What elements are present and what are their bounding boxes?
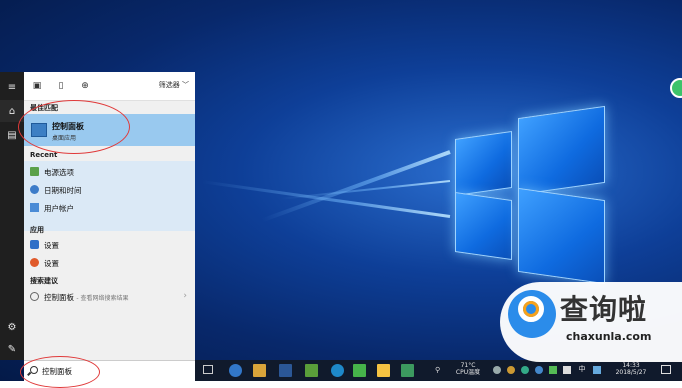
clock-icon xyxy=(30,185,39,194)
watermark-text-en: chaxunla.com xyxy=(566,330,652,343)
web-suggestion-item[interactable]: 控制面板 - 查看网络搜索结果 › xyxy=(24,288,195,306)
power-options-icon xyxy=(30,167,39,176)
green-app-icon[interactable] xyxy=(401,364,414,377)
recent-item-label: 用户帐户 xyxy=(44,204,74,213)
web-scope-icon[interactable]: ⊕ xyxy=(80,81,90,91)
edge-browser-icon[interactable] xyxy=(229,364,242,377)
suggestion-hint: - 查看网络搜索结果 xyxy=(76,295,129,302)
tray-icon[interactable] xyxy=(493,366,501,374)
windows-logo-pane-tl xyxy=(455,130,512,197)
app-item-label: 设置 xyxy=(44,241,59,250)
network-tray-icon[interactable]: ⚲ xyxy=(435,366,443,374)
feedback-icon[interactable]: ✎ xyxy=(0,338,24,360)
tray-icon[interactable] xyxy=(521,366,529,374)
clock-date: 2018/5/27 xyxy=(615,369,647,376)
wechat-app-icon[interactable] xyxy=(353,364,366,377)
clock[interactable]: 14:33 2018/5/27 xyxy=(613,362,649,376)
notes-app-icon[interactable] xyxy=(377,364,390,377)
cpu-temp-label: CPU温度 xyxy=(455,369,481,376)
desktop-widget-icon[interactable] xyxy=(670,78,682,98)
action-center-icon[interactable] xyxy=(661,365,671,374)
documents-scope-icon[interactable]: ▯ xyxy=(56,81,66,91)
apps-header: 应用 xyxy=(30,226,44,234)
cpu-temp-readout[interactable]: 71°C CPU温度 xyxy=(453,362,483,376)
settings-app-icon xyxy=(30,258,39,267)
suggestion-query: 控制面板 xyxy=(44,293,74,302)
recent-item-label: 日期和时间 xyxy=(44,186,82,195)
filter-label: 筛选器 xyxy=(158,81,180,89)
tray-icon[interactable] xyxy=(535,366,543,374)
annotation-ellipse-search xyxy=(20,356,100,388)
ime-indicator[interactable]: 中 xyxy=(577,366,587,373)
recent-item[interactable]: 用户帐户 xyxy=(24,199,195,217)
recent-item[interactable]: 日期和时间 xyxy=(24,181,195,199)
app-item-label: 设置 xyxy=(44,259,59,268)
search-suggestions-header: 搜索建议 xyxy=(30,277,58,285)
explorer-icon[interactable] xyxy=(253,364,266,377)
start-menu-rail: ≡ ⌂ ▤ ⚙ ✎ xyxy=(0,72,24,360)
windows-logo-pane-br xyxy=(518,187,605,285)
tray-icon[interactable] xyxy=(549,366,557,374)
word-app-icon[interactable] xyxy=(279,364,292,377)
watermark-text-cn: 查询啦 xyxy=(560,293,648,326)
chevron-down-icon: ﹀ xyxy=(182,81,189,89)
hamburger-menu-icon[interactable]: ≡ xyxy=(0,76,24,98)
apps-scope-icon[interactable]: ▣ xyxy=(32,81,42,91)
taskbar: ⚲ 71°C CPU温度 中 14:33 2018/5/27 xyxy=(195,360,682,381)
recent-list: 电源选项 日期和时间 用户帐户 xyxy=(24,161,195,231)
tray-icon[interactable] xyxy=(593,366,601,374)
filter-dropdown[interactable]: 筛选器 ﹀ xyxy=(159,80,189,90)
chevron-right-icon: › xyxy=(183,291,187,301)
app-item[interactable]: 设置 xyxy=(24,254,195,272)
user-accounts-icon xyxy=(30,203,39,212)
app-item[interactable]: 设置 xyxy=(24,236,195,254)
windows-logo-pane-bl xyxy=(455,191,512,261)
recent-item-label: 电源选项 xyxy=(44,168,74,177)
suggestion-label: 控制面板 - 查看网络搜索结果 xyxy=(44,292,128,303)
watermark: 查询啦 chaxunla.com xyxy=(500,282,682,362)
annotation-ellipse-best-match xyxy=(18,100,130,154)
task-view-icon[interactable] xyxy=(203,365,213,374)
settings-icon[interactable]: ⚙ xyxy=(0,316,24,338)
search-icon xyxy=(30,292,39,301)
temperature-value: 71°C xyxy=(460,362,476,369)
settings-gear-icon xyxy=(30,240,39,249)
browser-app-icon[interactable] xyxy=(331,364,344,377)
windows-logo-pane-tr xyxy=(518,105,605,196)
recent-item[interactable]: 电源选项 xyxy=(24,163,195,181)
watermark-logo-inner xyxy=(523,301,539,317)
search-scope-bar: ▣ ▯ ⊕ 筛选器 ﹀ xyxy=(24,72,195,101)
folder-app-icon[interactable] xyxy=(305,364,318,377)
tray-icon[interactable] xyxy=(507,366,515,374)
clock-time: 14:33 xyxy=(622,362,640,369)
tray-icon[interactable] xyxy=(563,366,571,374)
